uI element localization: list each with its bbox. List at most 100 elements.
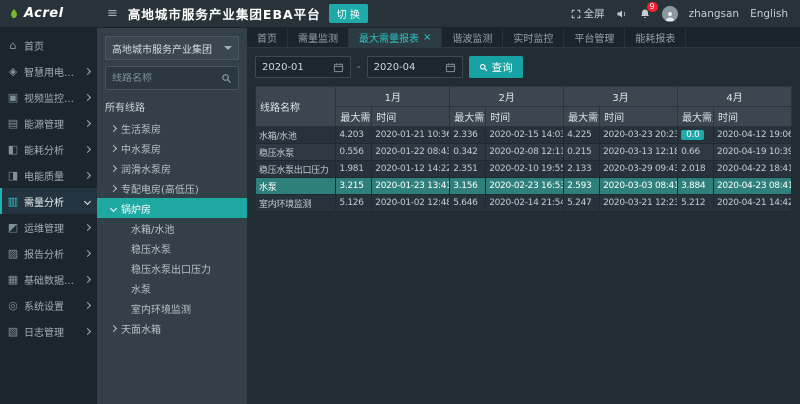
tab-energy-report[interactable]: 能耗报表 (625, 28, 686, 47)
sidebar-item-operations[interactable]: ◩ 运维管理 (0, 214, 97, 240)
query-button[interactable]: 查询 (469, 56, 523, 78)
table-row[interactable]: 稳压水泵出口压力 1.981 2020-01-12 14:22:00 2.351… (256, 161, 792, 178)
table-row[interactable]: 稳压水泵 0.556 2020-01-22 08:43:00 0.342 202… (256, 144, 792, 161)
tab-max-demand-report[interactable]: 最大需量报表 × (349, 28, 442, 47)
column-header-time: 时间 (372, 107, 450, 127)
user-avatar[interactable] (662, 6, 678, 22)
sidebar-item-base-data[interactable]: ▦ 基础数据管理 (0, 266, 97, 292)
tab-harmonic-monitor[interactable]: 谐波监测 (442, 28, 503, 47)
chevron-right-icon (110, 184, 117, 191)
column-header-month: 1月 (336, 87, 450, 107)
sidebar-item-demand-analysis[interactable]: ▥ 需量分析 (0, 188, 97, 214)
max-demand-cell: 4.225 (564, 127, 600, 144)
tree-item-pressure-pump-outlet[interactable]: 稳压水泵出口压力 (97, 258, 247, 278)
operations-icon: ◩ (7, 221, 19, 234)
tree-item-pressure-pump[interactable]: 稳压水泵 (97, 238, 247, 258)
home-icon: ⌂ (7, 39, 19, 52)
max-demand-cell: 0.0 (678, 127, 714, 144)
sound-button[interactable] (616, 8, 628, 20)
sidebar-item-smart-electricity[interactable]: ◈ 智慧用电子系统 (0, 58, 97, 84)
sidebar-item-energy-analysis[interactable]: ◧ 能耗分析 (0, 136, 97, 162)
tab-label: 最大需量报表 (359, 30, 419, 45)
end-month-picker[interactable] (367, 56, 463, 78)
sidebar-item-video-monitor[interactable]: ▣ 视频监控子系统 (0, 84, 97, 110)
tab-realtime-monitor[interactable]: 实时监控 (503, 28, 564, 47)
column-header-max-demand: 最大需量 (336, 107, 372, 127)
tree-item-life-pump-room[interactable]: 生活泵房 (97, 118, 247, 138)
tab-label: 首页 (257, 30, 277, 45)
table-row[interactable]: 水箱/水池 4.203 2020-01-21 10:36:00 2.336 20… (256, 127, 792, 144)
close-icon[interactable]: × (423, 33, 431, 43)
max-demand-cell: 3.156 (450, 178, 486, 195)
tree-item-reclaimed-water-pump-room[interactable]: 中水泵房 (97, 138, 247, 158)
menu-collapse-icon[interactable]: ≡ (107, 6, 118, 21)
energy-management-icon: ▤ (7, 117, 19, 130)
sidebar-item-logs[interactable]: ▧ 日志管理 (0, 318, 97, 344)
settings-icon: ◎ (7, 299, 19, 312)
table-row[interactable]: 室内环境监测 5.126 2020-01-02 12:48:00 5.646 2… (256, 195, 792, 212)
chevron-right-icon (84, 171, 91, 178)
search-icon (221, 73, 232, 84)
tree-root-all-lines[interactable]: 所有线路 (105, 99, 239, 114)
sidebar-item-label: 系统设置 (24, 298, 64, 313)
end-month-value[interactable] (374, 62, 438, 73)
time-cell: 2020-03-03 08:41:00 (600, 178, 678, 195)
tree-item-label: 天面水箱 (121, 321, 161, 336)
sidebar-item-energy-management[interactable]: ▤ 能源管理 (0, 110, 97, 136)
organization-select[interactable]: 高地城市服务产业集团 (105, 36, 239, 60)
chevron-right-icon (84, 145, 91, 152)
column-header-month: 2月 (450, 87, 564, 107)
time-cell: 2020-04-19 10:39:00 (713, 144, 791, 161)
calendar-icon (445, 62, 456, 73)
start-month-value[interactable] (262, 62, 326, 73)
sidebar-item-label: 需量分析 (24, 194, 64, 209)
fullscreen-button[interactable]: 全屏 (571, 6, 605, 21)
energy-analysis-icon: ◧ (7, 143, 19, 156)
sidebar-item-settings[interactable]: ◎ 系统设置 (0, 292, 97, 318)
line-name-cell: 室内环境监测 (256, 195, 336, 212)
tree-item-water-pump[interactable]: 水泵 (97, 278, 247, 298)
tab-label: 能耗报表 (635, 30, 675, 45)
max-demand-cell: 1.981 (336, 161, 372, 178)
tab-demand-monitor[interactable]: 需量监测 (288, 28, 349, 47)
notifications-button[interactable]: 9 (639, 8, 651, 20)
table-row-selected[interactable]: 水泵 3.215 2020-01-23 13:41:00 3.156 2020-… (256, 178, 792, 195)
chevron-right-icon (84, 223, 91, 230)
tree-item-label: 水泵 (131, 281, 151, 296)
column-header-time: 时间 (600, 107, 678, 127)
chevron-right-icon (84, 249, 91, 256)
notification-badge: 9 (647, 2, 658, 12)
sidebar-item-power-quality[interactable]: ◨ 电能质量 (0, 162, 97, 188)
column-header-line-name: 线路名称 (256, 87, 336, 127)
time-cell: 2020-02-08 12:11:00 (486, 144, 564, 161)
tree-item-indoor-environment[interactable]: 室内环境监测 (97, 298, 247, 318)
time-cell: 2020-03-29 09:43:00 (600, 161, 678, 178)
chevron-right-icon (84, 275, 91, 282)
max-demand-cell: 5.126 (336, 195, 372, 212)
switch-project-button[interactable]: 切 换 (329, 4, 368, 23)
video-monitor-icon: ▣ (7, 91, 19, 104)
time-cell: 2020-01-22 08:43:00 (372, 144, 450, 161)
start-month-picker[interactable] (255, 56, 351, 78)
tree-item-substation-room[interactable]: 专配电房(高低压) (97, 178, 247, 198)
tree-item-label: 锅炉房 (121, 201, 151, 216)
tab-label: 平台管理 (574, 30, 614, 45)
sidebar-item-report-analysis[interactable]: ▨ 报告分析 (0, 240, 97, 266)
language-toggle[interactable]: English (750, 8, 788, 20)
username-menu[interactable]: zhangsan (689, 8, 739, 20)
tree-item-roof-water-tank[interactable]: 天面水箱 (97, 318, 247, 338)
tree-item-lubrication-pump-room[interactable]: 润滑水泵房 (97, 158, 247, 178)
tree-item-water-tank[interactable]: 水箱/水池 (97, 218, 247, 238)
tree-item-boiler-room[interactable]: 锅炉房 (97, 198, 247, 218)
time-cell: 2020-02-10 19:55:00 (486, 161, 564, 178)
tab-home[interactable]: 首页 (247, 28, 288, 47)
max-demand-cell: 2.351 (450, 161, 486, 178)
sidebar-item-home[interactable]: ⌂ 首页 (0, 32, 97, 58)
line-search-input[interactable] (112, 73, 217, 84)
time-cell: 2020-02-14 21:54:00 (486, 195, 564, 212)
tab-platform-management[interactable]: 平台管理 (564, 28, 625, 47)
chevron-right-icon (110, 164, 117, 171)
sidebar-item-label: 智慧用电子系统 (24, 64, 80, 79)
column-header-max-demand: 最大需量 (564, 107, 600, 127)
sidebar-item-label: 视频监控子系统 (24, 90, 80, 105)
